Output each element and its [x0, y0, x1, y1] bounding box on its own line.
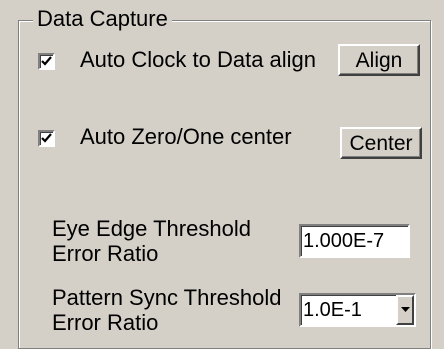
pattern-sync-selected-value: 1.0E-1	[303, 299, 362, 321]
dropdown-button[interactable]	[396, 295, 414, 325]
eye-edge-label-line2: Error Ratio	[52, 241, 159, 266]
align-button[interactable]: Align	[338, 44, 420, 76]
auto-zero-label[interactable]: Auto Zero/One center	[80, 124, 292, 150]
pattern-sync-threshold-select[interactable]: 1.0E-1	[299, 293, 416, 327]
pattern-sync-label-line2: Error Ratio	[52, 310, 159, 335]
group-title: Data Capture	[33, 6, 172, 32]
check-icon	[41, 133, 52, 143]
auto-zero-checkbox[interactable]	[38, 130, 55, 147]
chevron-down-icon	[401, 307, 410, 312]
pattern-sync-label-line1: Pattern Sync Threshold	[52, 285, 282, 310]
auto-clock-checkbox[interactable]	[38, 53, 55, 70]
check-icon	[41, 56, 52, 66]
eye-edge-label-line1: Eye Edge Threshold	[52, 216, 251, 241]
center-button[interactable]: Center	[340, 127, 422, 159]
eye-edge-threshold-input[interactable]: 1.000E-7	[299, 224, 410, 258]
auto-clock-label[interactable]: Auto Clock to Data align	[80, 47, 316, 73]
